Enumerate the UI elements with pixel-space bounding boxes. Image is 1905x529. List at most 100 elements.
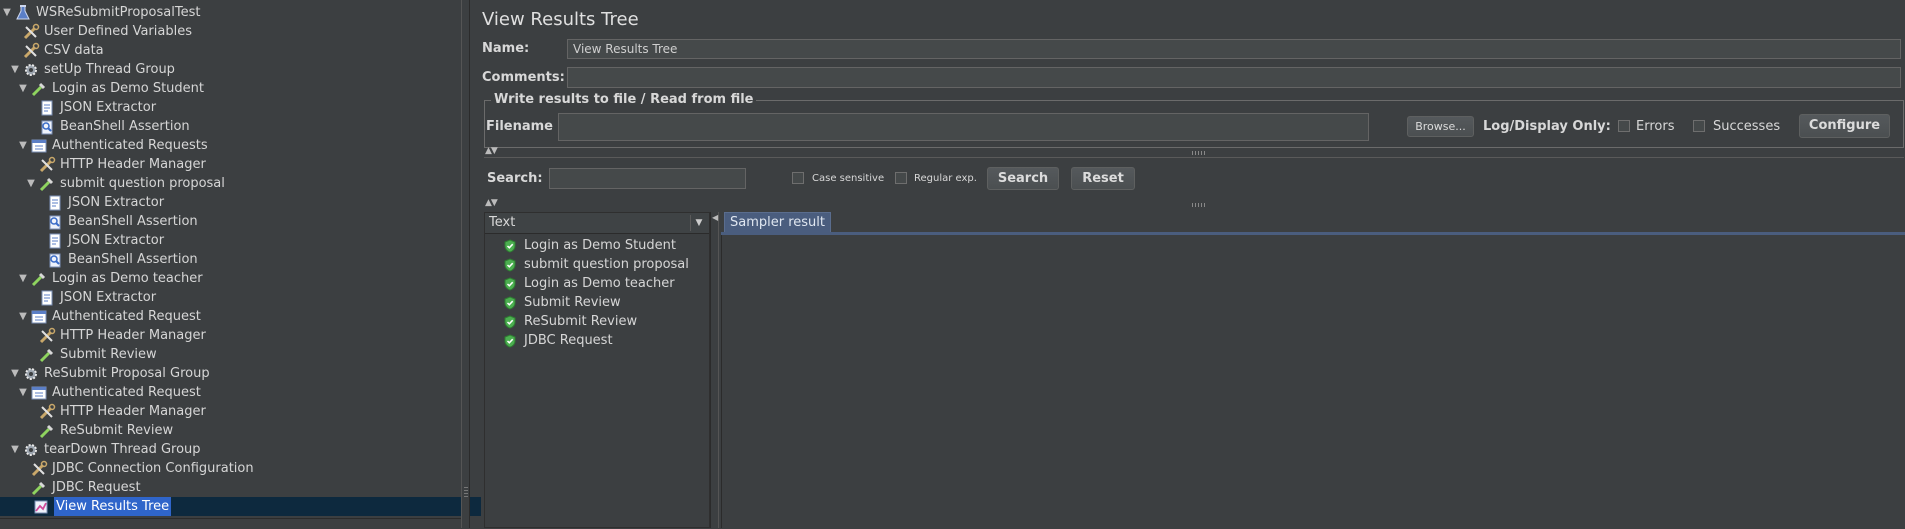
tree-item[interactable]: JDBC Request [18, 478, 141, 497]
expand-toggle-icon[interactable]: ▼ [10, 60, 20, 79]
tree-item-label: WSReSubmitProposalTest [36, 5, 201, 20]
tree-item[interactable]: ▼ Login as Demo teacher [18, 269, 202, 288]
result-item[interactable]: ReSubmit Review [503, 312, 637, 331]
tree-item[interactable]: User Defined Variables [10, 22, 192, 41]
tree-item[interactable]: HTTP Header Manager [26, 326, 206, 345]
result-item[interactable]: submit question proposal [503, 255, 689, 274]
results-list[interactable]: Text ▼ Login as Demo Student submit quest… [484, 212, 710, 528]
tree-item-label: BeanShell Assertion [68, 252, 198, 267]
result-item[interactable]: Submit Review [503, 293, 621, 312]
tree-item[interactable]: JSON Extractor [34, 231, 164, 250]
regular-exp-checkbox[interactable] [895, 172, 907, 184]
split-grip[interactable] [464, 487, 468, 499]
tree-item[interactable]: JSON Extractor [26, 98, 156, 117]
case-sensitive-checkbox[interactable] [792, 172, 804, 184]
chevron-down-icon[interactable]: ▼ [690, 215, 707, 231]
tree-item[interactable]: ▼ Authenticated Requests [18, 136, 208, 155]
config-wrench-icon [30, 460, 48, 478]
success-shield-icon [503, 314, 517, 329]
tree-item-label: Submit Review [60, 347, 157, 362]
tree-item[interactable]: View Results Tree [0, 497, 481, 516]
tree-item[interactable]: ▼ Login as Demo Student [18, 79, 204, 98]
tree-item[interactable]: ▼ setUp Thread Group [10, 60, 175, 79]
tree-item[interactable]: HTTP Header Manager [26, 155, 206, 174]
assertion-magnifier-icon [38, 118, 56, 136]
tree-item[interactable]: JDBC Connection Configuration [18, 459, 254, 478]
tree-item[interactable]: ▼ WSReSubmitProposalTest [2, 3, 200, 22]
tree-item[interactable]: ▼ Authenticated Request [18, 307, 201, 326]
tree-item[interactable]: ReSubmit Review [26, 421, 173, 440]
test-plan-tree[interactable]: ▼ WSReSubmitProposalTest User Defined Vari… [0, 0, 481, 529]
expand-toggle-icon[interactable]: ▼ [10, 364, 20, 383]
expand-toggle-icon[interactable]: ▼ [2, 3, 12, 22]
tree-item[interactable]: JSON Extractor [26, 288, 156, 307]
tree-item[interactable]: BeanShell Assertion [26, 117, 190, 136]
errors-checkbox[interactable] [1618, 120, 1630, 132]
sampler-result-area: Sampler result [721, 212, 1905, 528]
results-split-handle[interactable]: ◀ [710, 212, 719, 528]
sampler-pipette-icon [38, 175, 56, 193]
expand-toggle-icon[interactable]: ▼ [10, 440, 20, 459]
filename-label: Filename [486, 119, 553, 134]
success-shield-icon [503, 238, 517, 253]
expand-toggle-icon[interactable]: ▼ [18, 79, 28, 98]
configure-button[interactable]: Configure [1799, 114, 1890, 138]
tree-item[interactable]: ▼ ReSubmit Proposal Group [10, 364, 209, 383]
expand-toggle-icon[interactable]: ▼ [18, 383, 28, 402]
tree-item-label: JDBC Connection Configuration [52, 461, 254, 476]
splitter-grip[interactable] [1192, 151, 1206, 155]
collapse-left-icon[interactable]: ◀ [712, 213, 718, 222]
tree-item[interactable]: JSON Extractor [34, 193, 164, 212]
search-label: Search: [487, 171, 543, 186]
tree-item[interactable]: Submit Review [26, 345, 157, 364]
horizontal-scrollbar[interactable] [0, 518, 461, 529]
errors-label: Errors [1636, 119, 1675, 134]
renderer-selector[interactable]: Text ▼ [485, 213, 709, 234]
tree-item-label: User Defined Variables [44, 24, 192, 39]
name-field[interactable]: View Results Tree [567, 39, 1901, 59]
expand-toggle-icon[interactable]: ▼ [18, 269, 28, 288]
collapse-arrows-icon[interactable]: ▲▼ [485, 146, 498, 156]
regular-exp-label: Regular exp. [914, 173, 977, 184]
result-item[interactable]: Login as Demo teacher [503, 274, 675, 293]
tree-item[interactable]: BeanShell Assertion [34, 250, 198, 269]
filename-field[interactable] [558, 113, 1369, 141]
tree-item-label: JSON Extractor [60, 290, 157, 305]
result-item[interactable]: JDBC Request [503, 331, 613, 350]
test-plan-flask-icon [14, 4, 32, 22]
result-item[interactable]: Login as Demo Student [503, 236, 676, 255]
search-button[interactable]: Search [987, 167, 1059, 190]
expand-toggle-icon[interactable]: ▼ [18, 136, 28, 155]
search-input[interactable] [549, 168, 746, 189]
reset-button[interactable]: Reset [1071, 167, 1135, 190]
tree-item-label: View Results Tree [54, 497, 172, 516]
tree-item-label: HTTP Header Manager [60, 157, 206, 172]
controller-list-icon [30, 384, 48, 402]
view-results-tree-panel: View Results Tree Name: View Results Tre… [471, 0, 1905, 528]
tree-item[interactable]: ▼ Authenticated Request [18, 383, 201, 402]
successes-checkbox[interactable] [1693, 120, 1705, 132]
tree-item[interactable]: BeanShell Assertion [34, 212, 198, 231]
comments-field[interactable] [567, 67, 1901, 88]
main-split-handle[interactable] [461, 0, 470, 528]
success-shield-icon [503, 295, 517, 310]
sampler-pipette-icon [30, 80, 48, 98]
splitter-grip-2[interactable] [1192, 203, 1206, 207]
listener-chart-icon [32, 498, 50, 516]
tree-item[interactable]: ▼ submit question proposal [26, 174, 225, 193]
tree-item[interactable]: HTTP Header Manager [26, 402, 206, 421]
sampler-pipette-icon [30, 270, 48, 288]
panel-title: View Results Tree [482, 9, 639, 30]
tree-item[interactable]: CSV data [10, 41, 104, 60]
tree-item-label: Authenticated Requests [52, 138, 208, 153]
expand-toggle-icon[interactable]: ▼ [18, 307, 28, 326]
tab-sampler-result[interactable]: Sampler result [724, 212, 831, 233]
tree-item[interactable]: ▼ tearDown Thread Group [10, 440, 200, 459]
browse-button[interactable]: Browse... [1407, 116, 1474, 137]
tree-item-label: setUp Thread Group [44, 62, 175, 77]
collapse-arrows-icon-2[interactable]: ▲▼ [485, 198, 498, 208]
extractor-document-icon [38, 99, 56, 117]
thread-group-gear-icon [22, 365, 40, 383]
expand-toggle-icon[interactable]: ▼ [26, 174, 36, 193]
tree-item-label: CSV data [44, 43, 104, 58]
